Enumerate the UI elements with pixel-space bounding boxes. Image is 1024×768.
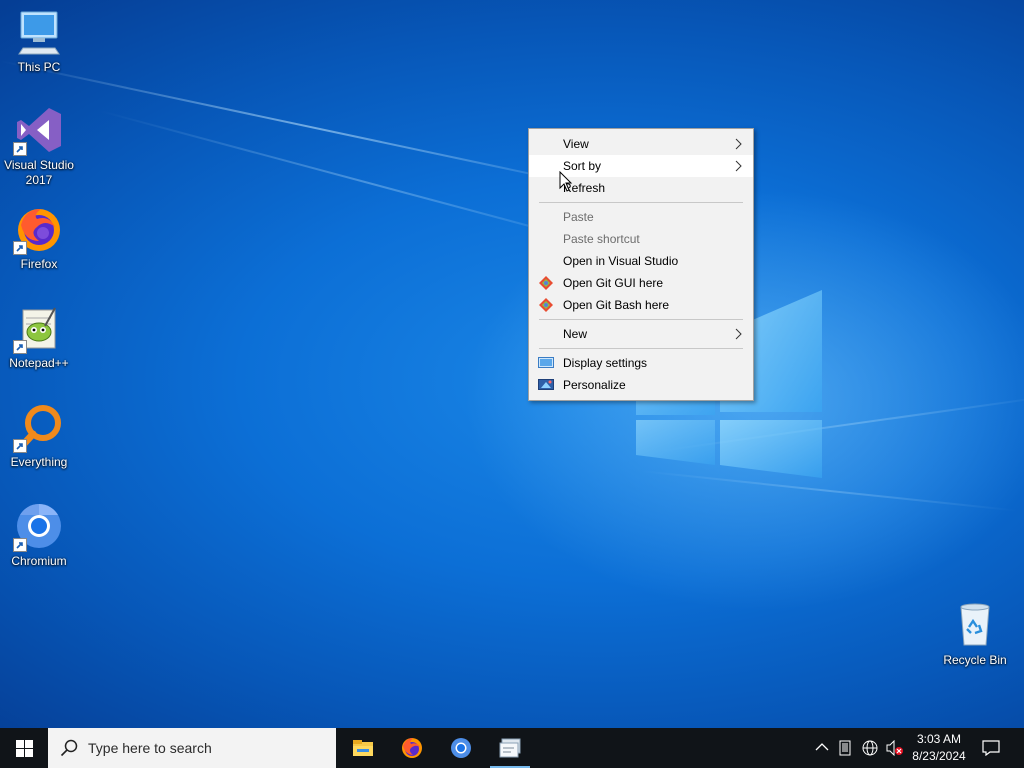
shortcut-arrow-icon bbox=[13, 241, 27, 255]
windows-start-icon bbox=[16, 740, 33, 757]
shortcut-arrow-icon bbox=[13, 439, 27, 453]
menu-item-open-git-bash[interactable]: Open Git Bash here bbox=[529, 294, 753, 316]
desktop-icon-everything[interactable]: Everything bbox=[1, 403, 77, 470]
menu-item-label: View bbox=[563, 137, 589, 151]
taskbar: Type here to search 3:03 AM 8/23/2024 bbox=[0, 728, 1024, 768]
menu-item-personalize[interactable]: Personalize bbox=[529, 374, 753, 396]
shortcut-arrow-icon bbox=[13, 340, 27, 354]
menu-separator bbox=[539, 348, 743, 349]
menu-item-label: Display settings bbox=[563, 356, 648, 370]
chevron-right-icon bbox=[735, 138, 742, 150]
menu-item-label: New bbox=[563, 327, 588, 341]
desktop-icon-label: Notepad++ bbox=[9, 356, 69, 370]
tray-overflow-button[interactable] bbox=[811, 728, 835, 768]
taskbar-search-box[interactable]: Type here to search bbox=[48, 728, 336, 768]
taskbar-chromium[interactable] bbox=[437, 728, 485, 768]
menu-item-label: Paste shortcut bbox=[563, 232, 640, 246]
action-center-button[interactable] bbox=[978, 728, 1006, 768]
desktop-icon-recycle-bin[interactable]: Recycle Bin bbox=[937, 601, 1013, 668]
desktop-icon-firefox[interactable]: Firefox bbox=[1, 205, 77, 272]
menu-item-label: Paste bbox=[563, 210, 594, 224]
search-icon bbox=[60, 739, 78, 757]
tablet-icon bbox=[839, 740, 851, 756]
desktop-icon-chromium[interactable]: Chromium bbox=[1, 502, 77, 569]
file-explorer-icon bbox=[353, 740, 373, 756]
menu-item-new[interactable]: New bbox=[529, 323, 753, 345]
chevron-right-icon bbox=[735, 160, 742, 172]
notepadpp-icon bbox=[13, 304, 63, 354]
network-icon bbox=[862, 740, 878, 756]
taskbar-desktop-app[interactable] bbox=[486, 728, 534, 768]
desktop-icon-visual-studio[interactable]: Visual Studio 2017 bbox=[1, 106, 77, 188]
desktop-icon-this-pc[interactable]: This PC bbox=[1, 8, 77, 75]
tray-network[interactable] bbox=[858, 728, 882, 768]
desktop-icon-notepadpp[interactable]: Notepad++ bbox=[1, 304, 77, 371]
firefox-icon bbox=[402, 738, 422, 758]
menu-separator bbox=[539, 319, 743, 320]
desktop-icon-label: Chromium bbox=[11, 554, 67, 568]
everything-search-icon bbox=[13, 403, 63, 453]
menu-item-open-in-visual-studio[interactable]: Open in Visual Studio bbox=[529, 250, 753, 272]
taskbar-clock[interactable]: 3:03 AM 8/23/2024 bbox=[906, 731, 972, 765]
recycle-bin-icon bbox=[951, 601, 999, 649]
menu-item-open-git-gui[interactable]: Open Git GUI here bbox=[529, 272, 753, 294]
chevron-up-icon bbox=[815, 743, 829, 751]
desktop-wallpaper bbox=[0, 0, 1024, 728]
menu-item-label: Open Git Bash here bbox=[563, 298, 670, 312]
git-icon bbox=[539, 276, 553, 290]
desktop-context-menu: View Sort by Refresh Paste Paste shortcu… bbox=[528, 128, 754, 401]
desktop-icon-label: Firefox bbox=[20, 257, 58, 271]
clock-time: 3:03 AM bbox=[916, 732, 962, 746]
desktop-app-icon bbox=[499, 738, 521, 758]
chromium-icon bbox=[13, 502, 63, 552]
chevron-right-icon bbox=[735, 328, 742, 340]
menu-separator bbox=[539, 202, 743, 203]
menu-item-label: Personalize bbox=[563, 378, 626, 392]
desktop-icon-label: Everything bbox=[10, 455, 68, 469]
shortcut-arrow-icon bbox=[13, 538, 27, 552]
mouse-cursor-icon bbox=[559, 171, 573, 192]
menu-item-paste[interactable]: Paste bbox=[529, 206, 753, 228]
computer-icon bbox=[15, 8, 63, 56]
taskbar-firefox[interactable] bbox=[388, 728, 436, 768]
desktop-icon-label: This PC bbox=[17, 60, 61, 74]
menu-item-label: Open in Visual Studio bbox=[563, 254, 679, 268]
menu-item-display-settings[interactable]: Display settings bbox=[529, 352, 753, 374]
volume-muted-icon bbox=[886, 740, 903, 756]
display-settings-icon bbox=[538, 357, 554, 368]
tray-tablet-mode[interactable] bbox=[834, 728, 858, 768]
desktop-icon-label: Visual Studio 2017 bbox=[4, 158, 74, 187]
menu-item-label: Open Git GUI here bbox=[563, 276, 664, 290]
visual-studio-icon bbox=[13, 106, 63, 156]
desktop-icon-label: Recycle Bin bbox=[943, 653, 1007, 667]
personalize-icon bbox=[538, 379, 554, 390]
windows-logo-light bbox=[636, 290, 822, 478]
git-icon bbox=[539, 298, 553, 312]
chromium-icon bbox=[451, 738, 471, 758]
menu-item-paste-shortcut[interactable]: Paste shortcut bbox=[529, 228, 753, 250]
start-button[interactable] bbox=[0, 728, 48, 768]
search-placeholder: Type here to search bbox=[88, 740, 212, 756]
shortcut-arrow-icon bbox=[13, 142, 27, 156]
notification-icon bbox=[982, 740, 1000, 756]
clock-date: 8/23/2024 bbox=[912, 749, 966, 763]
menu-item-view[interactable]: View bbox=[529, 133, 753, 155]
tray-volume[interactable] bbox=[882, 728, 906, 768]
firefox-icon bbox=[13, 205, 63, 255]
taskbar-file-explorer[interactable] bbox=[339, 728, 387, 768]
